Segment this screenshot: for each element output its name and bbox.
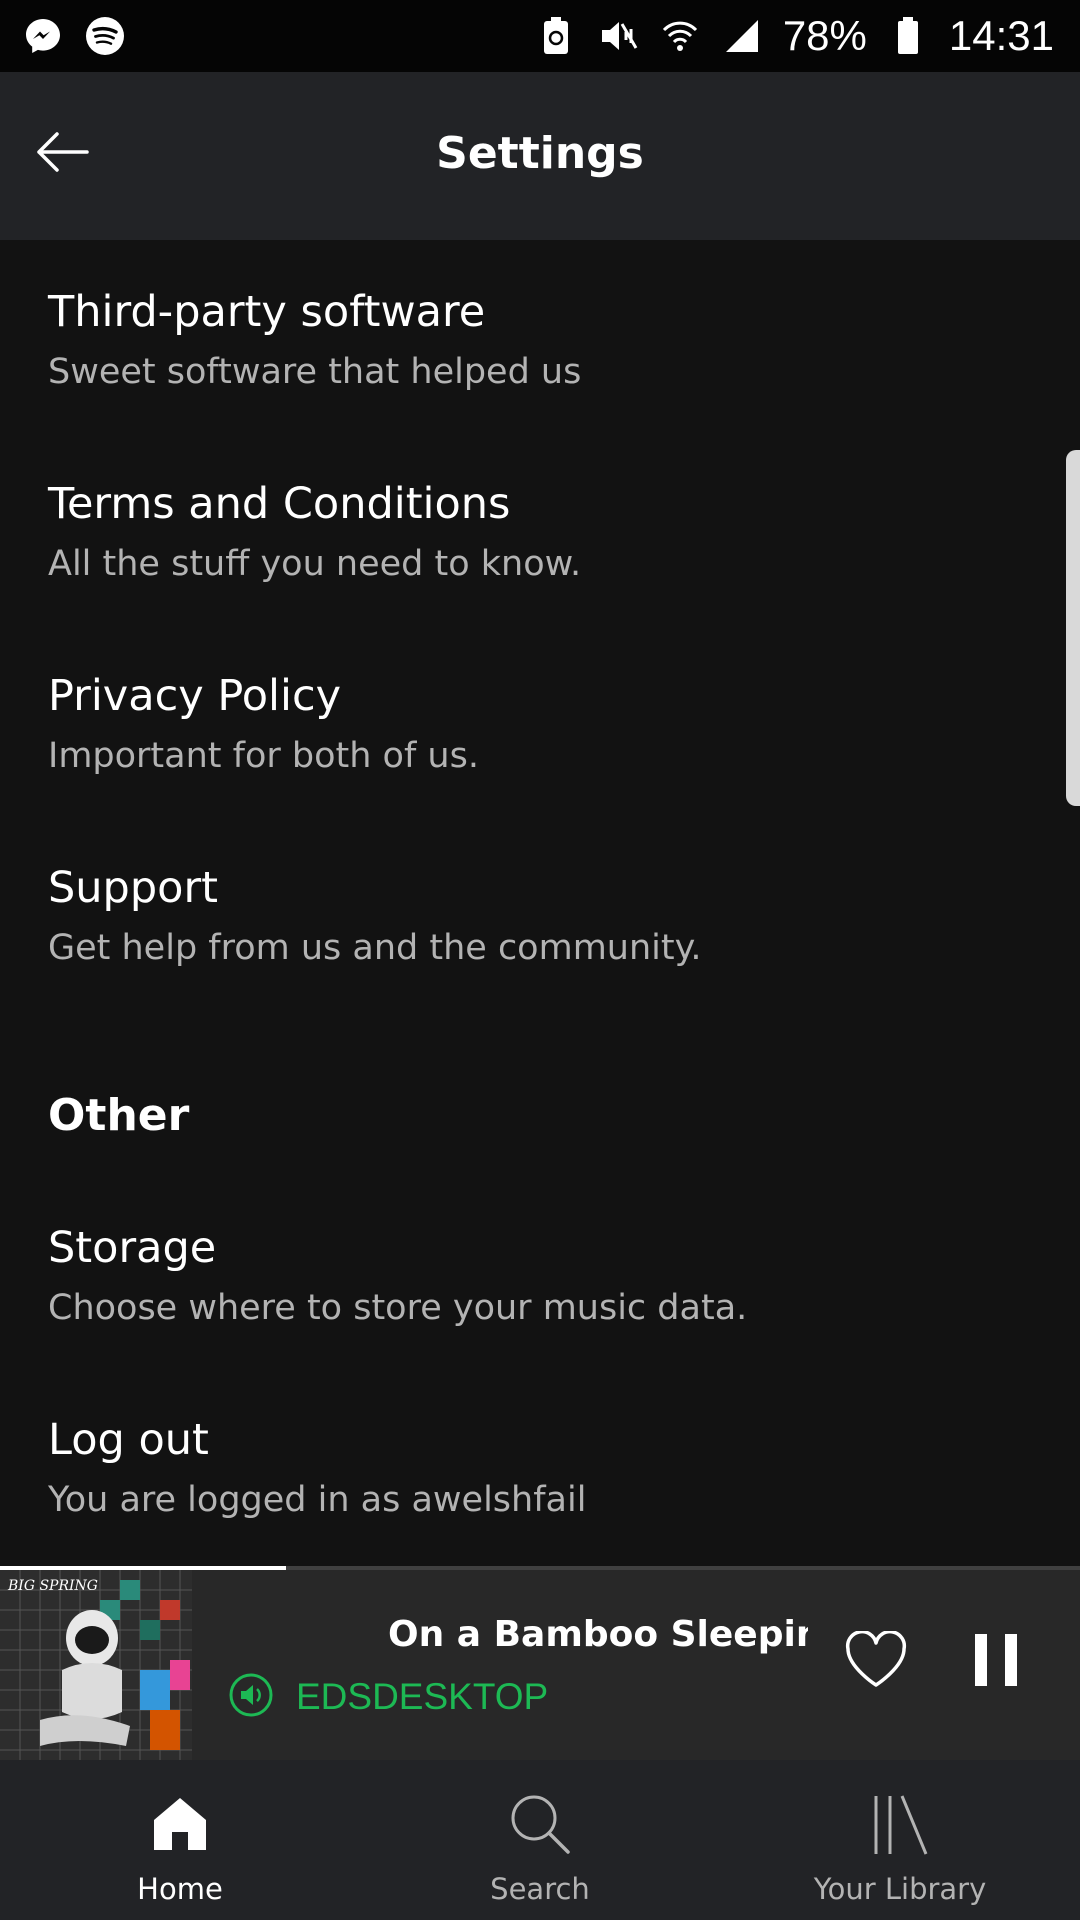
status-bar: 78% 14:31 [0,0,1080,72]
settings-item-title: Log out [48,1415,209,1465]
settings-item-terms-and-conditions[interactable]: Terms and Conditions All the stuff you n… [48,474,581,590]
settings-item-privacy-policy[interactable]: Privacy Policy Important for both of us. [48,666,479,782]
settings-item-title: Support [48,863,218,913]
settings-item-title: Privacy Policy [48,671,342,721]
settings-item-subtitle: Get help from us and the community. [48,928,702,968]
nav-label: Your Library [813,1872,987,1906]
device-name: EDSDESKTOP [296,1676,549,1717]
settings-item-title: Terms and Conditions [48,479,511,529]
settings-item-support[interactable]: Support Get help from us and the communi… [48,858,701,974]
section-heading-other: Other [48,1090,190,1141]
settings-item-title: Storage [48,1223,217,1273]
library-icon [864,1788,936,1860]
settings-item-subtitle: Important for both of us. [48,736,479,776]
status-bar-left [22,15,126,57]
track-title: On a Bamboo Sleeping [388,1614,808,1655]
nav-search[interactable]: Search [360,1760,720,1920]
nav-label: Home [137,1872,223,1906]
nav-home[interactable]: Home [0,1760,360,1920]
battery-saver-icon [535,15,577,57]
settings-item-third-party-software[interactable]: Third-party software Sweet software that… [48,282,581,398]
heart-icon [844,1630,908,1693]
settings-screen: 78% 14:31 Settings Third-party software … [0,0,1080,1920]
home-icon [144,1788,216,1860]
clock-time: 14:31 [948,12,1054,59]
connect-device[interactable]: EDSDESKTOP [228,1672,548,1722]
settings-item-subtitle: All the stuff you need to know. [48,544,582,584]
nav-label: Search [490,1872,590,1906]
wifi-icon [659,15,701,57]
spotify-icon [84,15,126,57]
battery-percent: 78% [782,12,867,59]
now-playing-bar[interactable]: BIG SPRING On a Bamboo Sleeping EDSDESKT… [0,1566,1080,1760]
settings-item-storage[interactable]: Storage Choose where to store your music… [48,1218,747,1334]
settings-item-log-out[interactable]: Log out You are logged in as awelshfail [48,1410,586,1526]
nav-your-library[interactable]: Your Library [720,1760,1080,1920]
search-icon [504,1788,576,1860]
settings-item-subtitle: Choose where to store your music data. [48,1288,748,1328]
signal-icon [721,15,763,57]
album-art-text: BIG SPRING [7,1578,98,1594]
like-button[interactable] [840,1626,912,1698]
speaker-icon [228,1672,274,1722]
album-art[interactable]: BIG SPRING [0,1570,192,1760]
scrollbar-thumb[interactable] [1066,450,1080,806]
settings-item-subtitle: You are logged in as awelshfail [48,1480,587,1520]
page-title: Settings [436,128,644,179]
status-bar-right: 78% 14:31 [535,12,1054,60]
bottom-navigation: Home Search Your Library [0,1760,1080,1920]
header-bar: Settings [0,72,1080,240]
pause-icon [973,1634,1019,1690]
mute-icon [597,15,639,57]
settings-item-subtitle: Sweet software that helped us [48,352,582,392]
pause-button[interactable] [960,1626,1032,1698]
settings-item-title: Third-party software [48,287,486,337]
battery-icon [887,15,929,57]
messenger-icon [22,15,64,57]
